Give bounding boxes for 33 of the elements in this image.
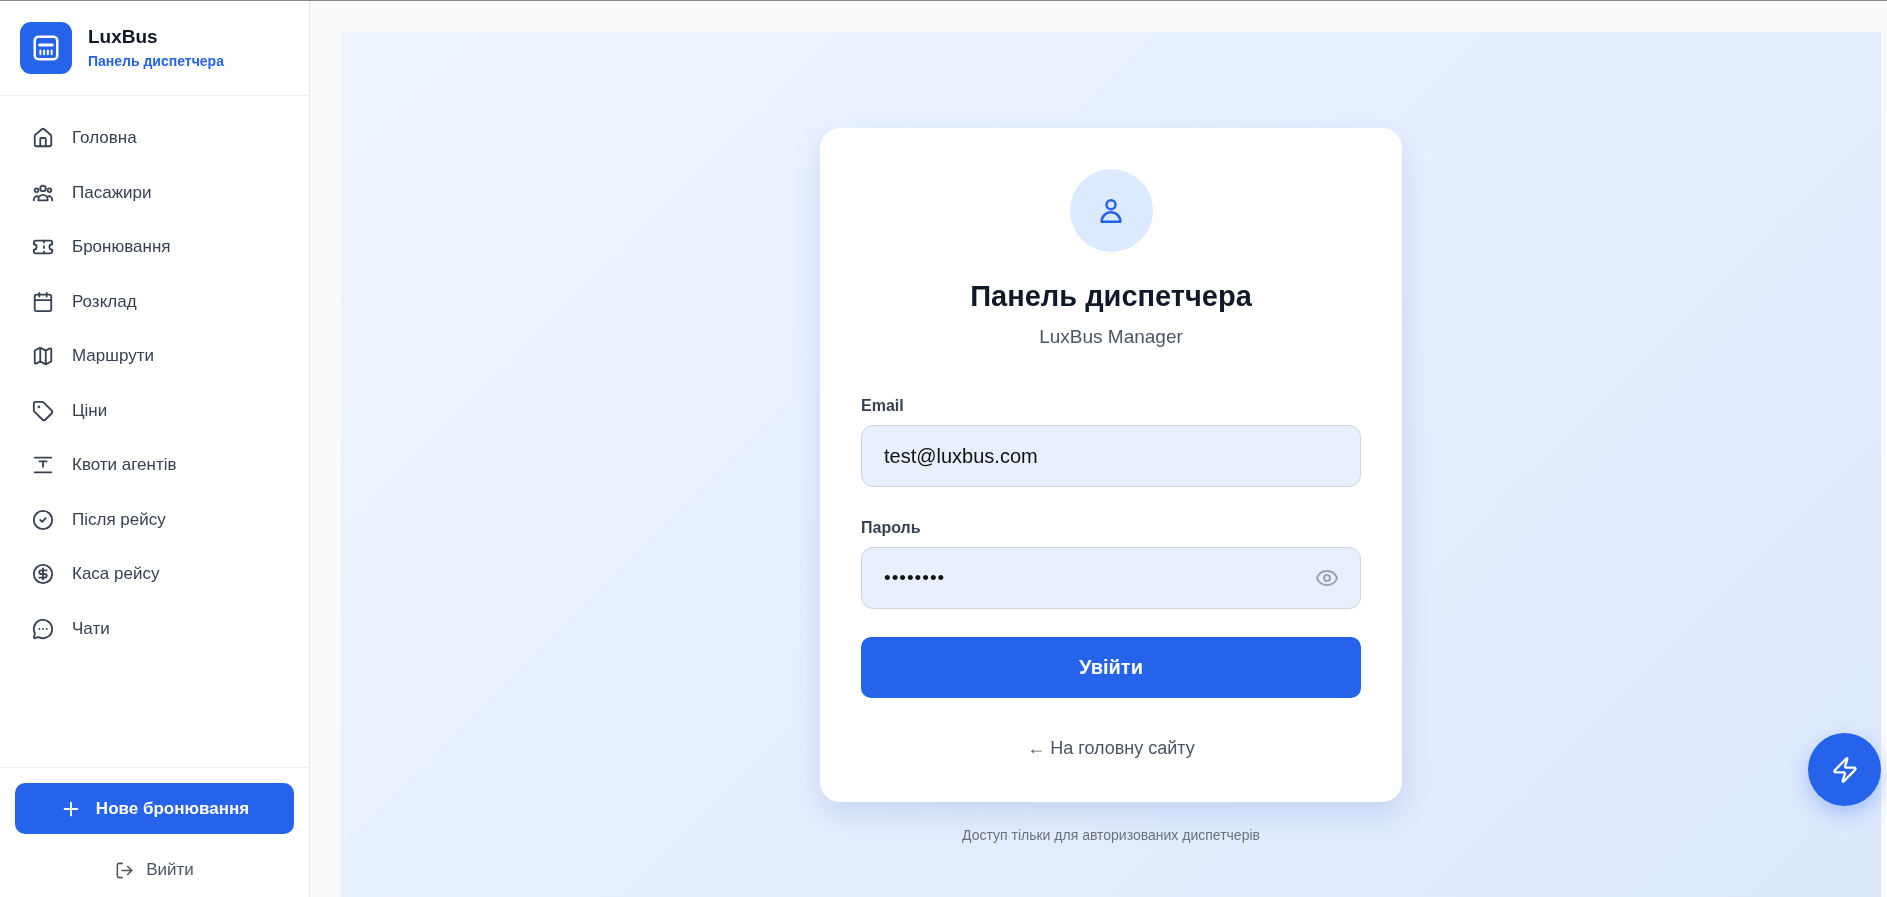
- lightning-icon: [1830, 755, 1859, 784]
- password-field[interactable]: ••••••••: [861, 547, 1361, 609]
- brand-subtitle: Панель диспетчера: [88, 52, 224, 70]
- nav-item[interactable]: Бронювання: [12, 220, 297, 275]
- login-button[interactable]: Увійти: [861, 637, 1361, 698]
- logout-button[interactable]: Вийти: [115, 858, 194, 882]
- nav-item[interactable]: Квоти агентів: [12, 438, 297, 493]
- access-note: Доступ тільки для авторизованих диспетчерів: [962, 826, 1260, 844]
- nav-item[interactable]: Ціни: [12, 383, 297, 438]
- email-field[interactable]: test@luxbus.com: [861, 425, 1361, 487]
- nav-item[interactable]: Пасажири: [12, 165, 297, 220]
- home-icon: [32, 127, 54, 150]
- check-circle-icon: [32, 508, 54, 531]
- nav-item[interactable]: Після рейсу: [12, 492, 297, 547]
- dollar-circle-icon: [32, 563, 54, 586]
- field-label: Пароль: [861, 518, 921, 538]
- tag-icon: [32, 399, 54, 422]
- nav-item[interactable]: Чати: [12, 601, 297, 656]
- map-icon: [32, 345, 54, 368]
- calendar-icon: [32, 290, 54, 313]
- chat-bubble-icon: [32, 617, 54, 640]
- logo-icon: [20, 22, 72, 74]
- nav-item[interactable]: Маршрути: [12, 329, 297, 384]
- brand-name: LuxBus: [88, 26, 159, 48]
- field-label: Email: [861, 396, 904, 416]
- back-link[interactable]: ← На головну сайту: [1027, 736, 1195, 760]
- nav-item[interactable]: Каса рейсу: [12, 547, 297, 602]
- logout-icon: [115, 860, 135, 880]
- nav-item[interactable]: Головна: [12, 111, 297, 166]
- new-booking-button[interactable]: Нове бронювання: [15, 783, 294, 834]
- card-title: Панель диспетчера: [970, 279, 1252, 314]
- nav-item[interactable]: Розклад: [12, 274, 297, 329]
- card-subtitle: LuxBus Manager: [1039, 325, 1183, 349]
